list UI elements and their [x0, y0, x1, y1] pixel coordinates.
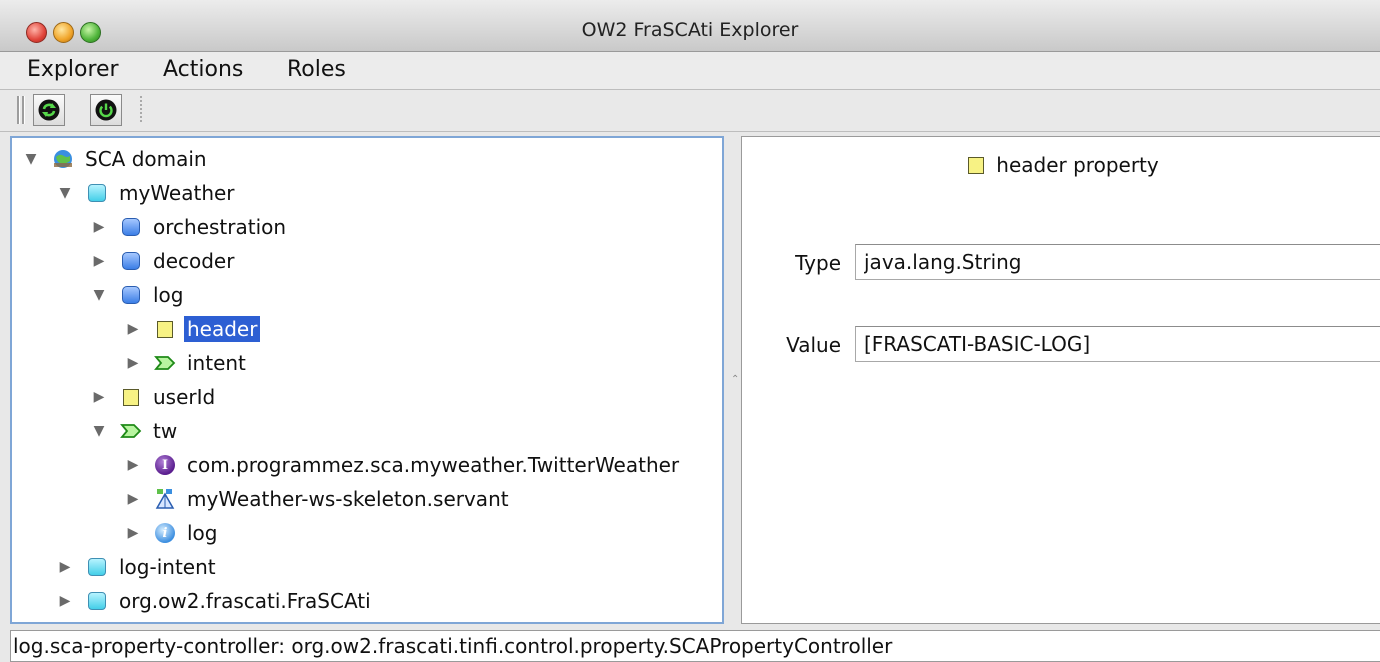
tree-node-label: userId: [153, 385, 216, 409]
tree-node-label: tw: [153, 419, 178, 443]
refresh-button[interactable]: [33, 94, 65, 126]
tree-node-ws-skeleton-servant[interactable]: ▶ myWeather-ws-skeleton.servant: [126, 484, 512, 514]
value-label: Value: [786, 333, 841, 357]
tree-node-label: myWeather: [119, 181, 235, 205]
tree-node-label: myWeather-ws-skeleton.servant: [187, 487, 509, 511]
stop-button[interactable]: [90, 94, 122, 126]
tree-node-label: log-intent: [119, 555, 216, 579]
tree-node-label: log: [153, 283, 184, 307]
property-icon: [968, 156, 985, 174]
tree-node-log[interactable]: ▼ log: [92, 280, 187, 310]
split-pane-divider[interactable]: ⌃: [728, 136, 740, 624]
divider-grip-icon: ⌃: [731, 374, 740, 385]
tree-node-sca-domain[interactable]: ▼ SCA domain: [24, 144, 210, 174]
tree-node-log-reference[interactable]: ▶ i log: [126, 518, 221, 548]
value-field[interactable]: [855, 326, 1380, 362]
collapsed-arrow-icon[interactable]: ▶: [126, 321, 140, 337]
service-icon: [120, 420, 142, 442]
tree-node-twitterweather-interface[interactable]: ▶ I com.programmez.sca.myweather.Twitter…: [126, 450, 682, 480]
collapsed-arrow-icon[interactable]: ▶: [92, 219, 106, 235]
tree-node-label: orchestration: [153, 215, 287, 239]
tree-node-label: intent: [187, 351, 246, 375]
collapsed-arrow-icon[interactable]: ▶: [58, 593, 72, 609]
service-icon: [154, 352, 176, 374]
property-header: header property: [742, 153, 1380, 177]
collapsed-arrow-icon[interactable]: ▶: [126, 457, 140, 473]
tree-node-label: SCA domain: [85, 147, 207, 171]
type-label: Type: [795, 251, 841, 275]
property-title: header property: [996, 153, 1159, 177]
tree-node-label: header: [184, 316, 261, 342]
tree-node-label: org.ow2.frascati.FraSCAti: [119, 589, 371, 613]
expanded-arrow-icon[interactable]: ▼: [92, 287, 106, 303]
window-titlebar[interactable]: OW2 FraSCAti Explorer: [0, 0, 1380, 52]
tree-node-orchestration[interactable]: ▶ orchestration: [92, 212, 289, 242]
window-title: OW2 FraSCAti Explorer: [581, 19, 799, 41]
property-icon: [120, 386, 142, 408]
toolbar: [0, 90, 1380, 132]
collapsed-arrow-icon[interactable]: ▶: [126, 355, 140, 371]
toolbar-grip[interactable]: [17, 96, 20, 124]
expanded-arrow-icon[interactable]: ▼: [92, 423, 106, 439]
collapsed-arrow-icon[interactable]: ▶: [126, 525, 140, 541]
tree-node-label: decoder: [153, 249, 235, 273]
composite-icon: [86, 590, 108, 612]
collapsed-arrow-icon[interactable]: ▶: [92, 389, 106, 405]
component-icon: [120, 284, 142, 306]
expanded-arrow-icon[interactable]: ▼: [24, 151, 38, 167]
component-icon: [120, 216, 142, 238]
status-bar: log.sca-property-controller: org.ow2.fra…: [10, 630, 1380, 662]
binding-icon: [154, 488, 176, 510]
tree-node-tw[interactable]: ▼ tw: [92, 416, 180, 446]
tree-node-header[interactable]: ▶ header: [126, 314, 261, 344]
interface-icon: I: [154, 454, 176, 476]
info-icon: i: [154, 522, 176, 544]
tree-view[interactable]: ▼ SCA domain ▼ myWeather ▶ orchestration…: [10, 136, 724, 624]
component-icon: [120, 250, 142, 272]
menu-explorer[interactable]: Explorer: [27, 57, 119, 82]
property-detail-panel: header property: [741, 136, 1380, 624]
expanded-arrow-icon[interactable]: ▼: [58, 185, 72, 201]
globe-icon: [52, 148, 74, 170]
composite-icon: [86, 182, 108, 204]
collapsed-arrow-icon[interactable]: ▶: [92, 253, 106, 269]
tree-node-label: com.programmez.sca.myweather.TwitterWeat…: [187, 453, 680, 477]
tree-node-label: log: [187, 521, 218, 545]
type-field[interactable]: [855, 244, 1380, 280]
tree-node-log-intent[interactable]: ▶ log-intent: [58, 552, 219, 582]
tree-node-intent[interactable]: ▶ intent: [126, 348, 249, 378]
menu-actions[interactable]: Actions: [163, 57, 243, 82]
menu-roles[interactable]: Roles: [287, 57, 346, 82]
collapsed-arrow-icon[interactable]: ▶: [58, 559, 72, 575]
menu-bar: Explorer Actions Roles: [0, 52, 1380, 90]
property-icon: [154, 318, 176, 340]
collapsed-arrow-icon[interactable]: ▶: [126, 491, 140, 507]
tree-node-myweather[interactable]: ▼ myWeather: [58, 178, 238, 208]
power-icon: [95, 99, 117, 121]
composite-icon: [86, 556, 108, 578]
toolbar-grip-2: [22, 96, 25, 124]
refresh-icon: [38, 99, 60, 121]
tree-node-userid[interactable]: ▶ userId: [92, 382, 218, 412]
tree-node-decoder[interactable]: ▶ decoder: [92, 246, 237, 276]
tree-node-frascati[interactable]: ▶ org.ow2.frascati.FraSCAti: [58, 586, 374, 616]
toolbar-separator: [140, 96, 142, 124]
